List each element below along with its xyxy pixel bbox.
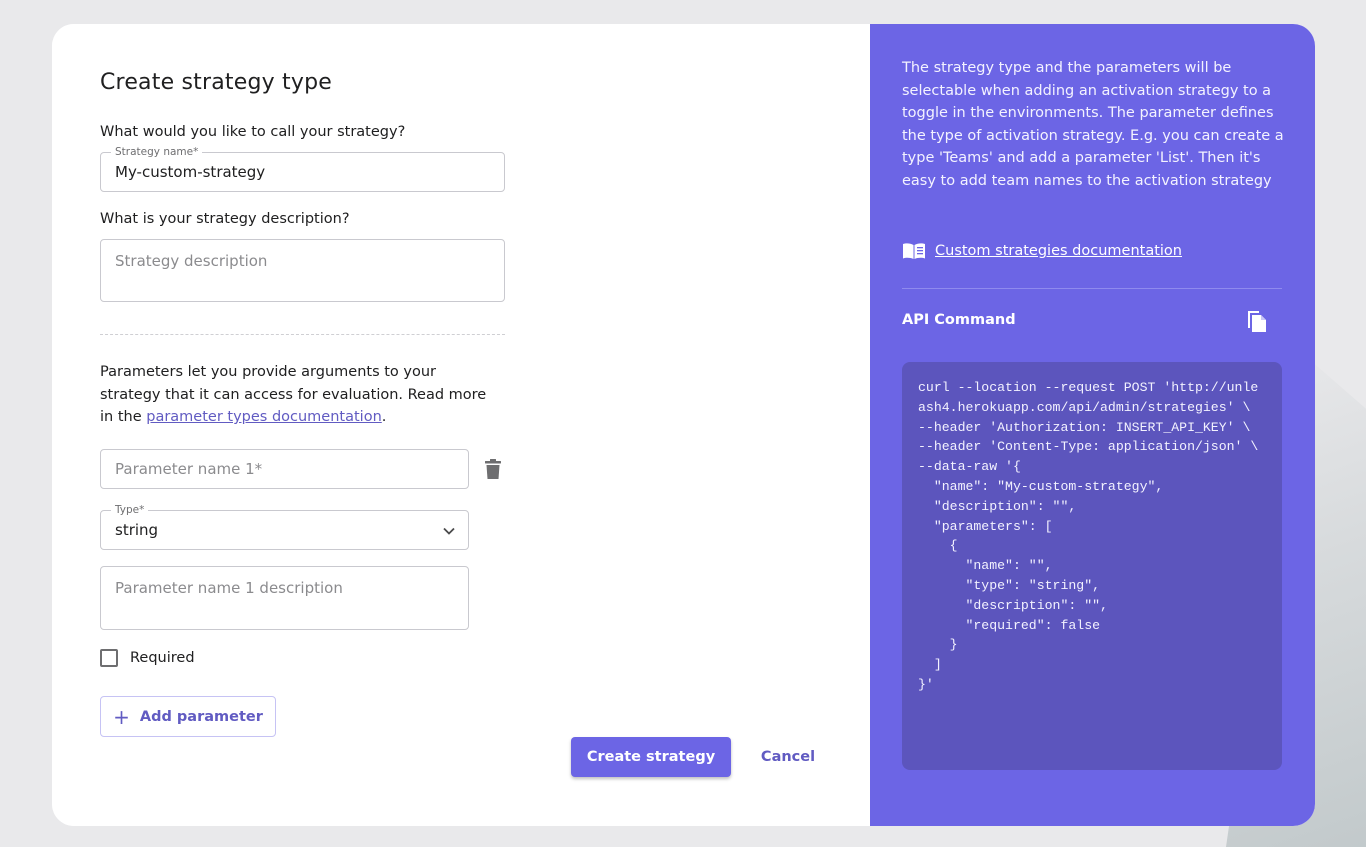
create-strategy-modal: Create strategy type What would you like… (52, 24, 1315, 826)
parameter-name-field[interactable]: Parameter name 1* (100, 449, 469, 489)
parameter-type-value: string (115, 521, 159, 539)
section-divider (100, 334, 505, 335)
form-pane: Create strategy type What would you like… (52, 24, 870, 826)
sidebar-divider (902, 288, 1282, 289)
custom-strategies-doc-link[interactable]: Custom strategies documentation (935, 243, 1182, 259)
name-question: What would you like to call your strateg… (100, 124, 406, 140)
copy-icon[interactable] (1246, 309, 1268, 333)
parameters-intro: Parameters let you provide arguments to … (100, 361, 500, 429)
trash-icon[interactable] (484, 458, 502, 480)
api-command-text: curl --location --request POST 'http://u… (918, 380, 1259, 692)
plus-icon: + (113, 704, 130, 729)
description-question: What is your strategy description? (100, 211, 350, 227)
strategy-name-value: My-custom-strategy (115, 163, 266, 181)
add-parameter-label: Add parameter (139, 708, 263, 725)
parameter-type-label: Type* (111, 504, 149, 516)
parameter-name-placeholder: Parameter name 1* (115, 460, 263, 478)
required-checkbox[interactable] (100, 649, 118, 667)
sidebar-description: The strategy type and the parameters wil… (902, 60, 1284, 189)
doc-link-row: Custom strategies documentation (902, 242, 1182, 260)
info-sidebar: The strategy type and the parameters wil… (870, 24, 1315, 826)
required-checkbox-row[interactable]: Required (100, 649, 195, 667)
parameter-description-field[interactable]: Parameter name 1 description (100, 566, 469, 630)
strategy-name-label: Strategy name* (111, 146, 203, 158)
chevron-down-icon (443, 527, 455, 535)
add-parameter-button[interactable]: + Add parameter (100, 696, 276, 737)
strategy-name-field[interactable]: Strategy name* My-custom-strategy (100, 146, 505, 192)
parameter-types-doc-link[interactable]: parameter types documentation (146, 409, 382, 425)
page-title: Create strategy type (100, 70, 332, 95)
book-icon (903, 243, 925, 259)
required-label: Required (130, 650, 195, 666)
strategy-description-field[interactable]: Strategy description (100, 239, 505, 302)
create-strategy-button[interactable]: Create strategy (571, 737, 731, 777)
parameter-type-select[interactable]: Type* string (100, 504, 469, 550)
strategy-description-placeholder: Strategy description (115, 252, 268, 270)
api-command-title: API Command (902, 312, 1016, 328)
parameters-intro-suffix: . (381, 409, 387, 425)
parameter-description-placeholder: Parameter name 1 description (115, 579, 343, 597)
cancel-button[interactable]: Cancel (747, 737, 829, 777)
api-command-code: curl --location --request POST 'http://u… (902, 362, 1282, 770)
